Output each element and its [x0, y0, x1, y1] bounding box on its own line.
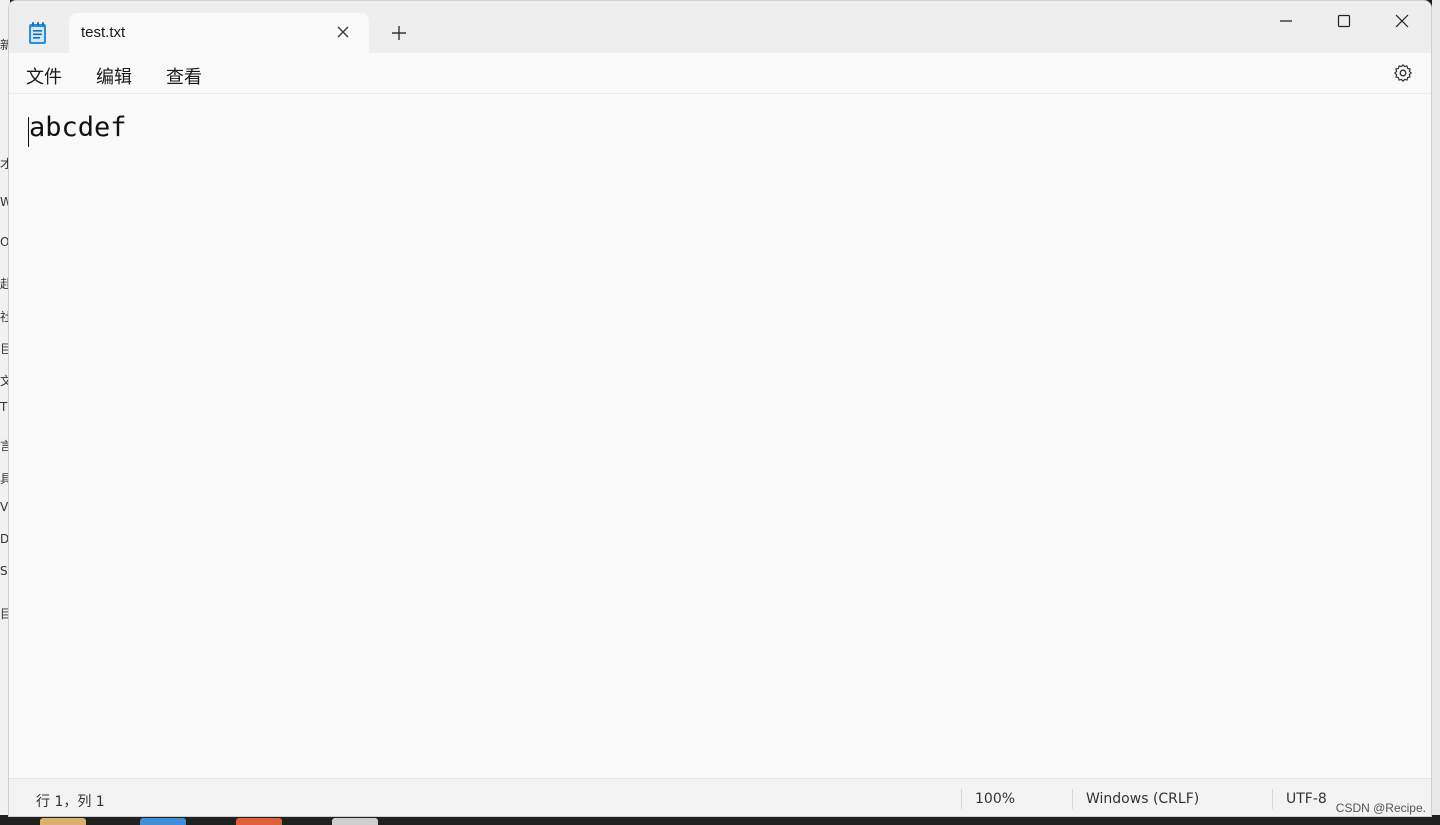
minimize-icon: [1280, 20, 1292, 22]
settings-gear-icon[interactable]: [1393, 63, 1413, 83]
tab-test-txt[interactable]: test.txt: [69, 13, 369, 53]
close-window-button[interactable]: [1373, 1, 1431, 41]
menu-view[interactable]: 查看: [166, 63, 202, 89]
status-divider: [1272, 789, 1273, 809]
minimize-button[interactable]: [1257, 1, 1315, 41]
zoom-level[interactable]: 100%: [975, 791, 1015, 807]
title-bar[interactable]: test.txt: [9, 1, 1431, 53]
status-divider: [1072, 789, 1073, 809]
maximize-icon: [1337, 14, 1351, 28]
tab-title: test.txt: [81, 24, 126, 41]
maximize-button[interactable]: [1315, 1, 1373, 41]
background-window-edge: [1432, 0, 1440, 825]
close-tab-icon[interactable]: [335, 24, 351, 40]
watermark: CSDN @Recipe.: [1335, 801, 1426, 815]
taskbar-app-icon[interactable]: [140, 818, 186, 825]
taskbar-app-icon[interactable]: [40, 818, 86, 825]
taskbar-app-icon[interactable]: [332, 818, 378, 825]
status-divider: [961, 789, 962, 809]
notepad-window: test.txt 文件 编辑 查看 abcdef 行 1，列 1 100% Wi…: [8, 0, 1432, 817]
encoding[interactable]: UTF-8: [1286, 791, 1327, 807]
line-ending[interactable]: Windows (CRLF): [1086, 791, 1199, 807]
notepad-app-icon: [27, 21, 49, 45]
add-tab-icon[interactable]: [389, 23, 409, 43]
close-icon: [1395, 14, 1409, 28]
cursor-position: 行 1，列 1: [36, 794, 105, 810]
menu-bar: 文件 编辑 查看: [9, 53, 1431, 94]
taskbar-app-icon[interactable]: [236, 818, 282, 825]
status-bar: 行 1，列 1 100% Windows (CRLF) UTF-8: [9, 778, 1431, 816]
document-text[interactable]: abcdef: [29, 112, 127, 143]
menu-edit[interactable]: 编辑: [96, 63, 132, 89]
menu-file[interactable]: 文件: [26, 63, 62, 89]
text-editor-area[interactable]: abcdef: [9, 94, 1431, 778]
